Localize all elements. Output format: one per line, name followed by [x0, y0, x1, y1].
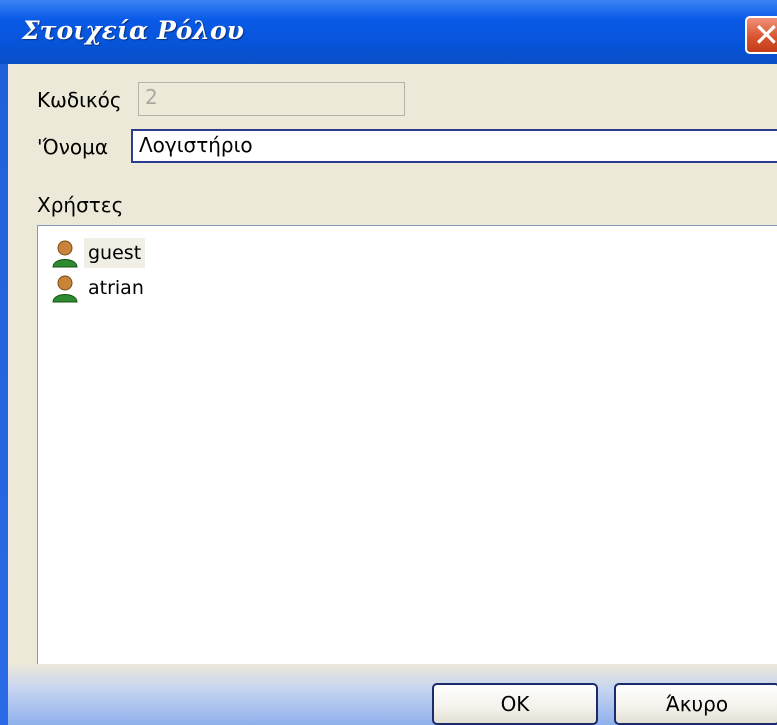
cancel-button[interactable]: Άκυρο	[614, 683, 777, 725]
user-icon	[52, 275, 78, 303]
code-field: 2	[138, 82, 405, 116]
user-label: atrian	[88, 277, 144, 299]
user-label: guest	[84, 238, 146, 268]
window-title: Στοιχεία Ρόλου	[22, 16, 244, 45]
close-icon: ✕	[753, 16, 777, 54]
ok-button[interactable]: OK	[432, 683, 598, 725]
users-label: Χρήστες	[37, 193, 124, 217]
code-label: Κωδικός	[37, 88, 122, 112]
name-label: 'Όνομα	[37, 135, 109, 159]
users-list[interactable]: guest atrian	[37, 225, 777, 667]
name-field[interactable]: Λογιστήριο	[131, 129, 777, 163]
user-icon	[52, 240, 78, 268]
role-details-window: Στοιχεία Ρόλου ✕ Κωδικός 2 'Όνομα Λογιστ…	[0, 0, 777, 725]
close-button[interactable]: ✕	[745, 16, 777, 54]
title-bar[interactable]: Στοιχεία Ρόλου ✕	[0, 0, 777, 64]
